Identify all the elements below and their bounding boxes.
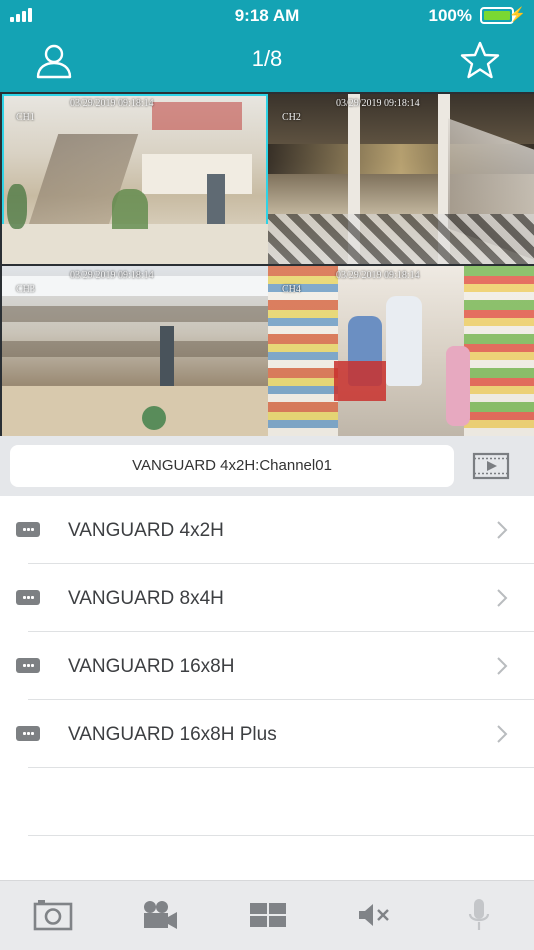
dvr-device-icon — [16, 726, 40, 741]
charging-bolt-icon: ⚡ — [508, 6, 526, 22]
top-bar: 9:18 AM 100% ⚡ 1/8 — [0, 0, 534, 92]
device-name: VANGUARD 4x2H — [68, 520, 224, 541]
battery-percent: 100% — [428, 6, 472, 25]
tile-channel-label: CH2 — [282, 112, 301, 123]
tile-timestamp: 03/29/2019 09:18:14 — [336, 98, 420, 109]
video-tile-ch4[interactable]: 03/29/2019 09:18:14 CH4 — [268, 266, 534, 436]
chevron-right-icon — [497, 725, 508, 743]
list-item[interactable]: VANGUARD 4x2H — [0, 496, 534, 564]
video-grid: 03/29/2019 09:18:14 CH1 03/29/2019 09:18… — [0, 92, 534, 436]
dvr-device-icon — [16, 522, 40, 537]
divider — [28, 835, 534, 836]
list-item[interactable]: VANGUARD 8x4H — [0, 564, 534, 632]
playback-video-icon[interactable] — [472, 451, 510, 481]
page-title: 1/8 — [251, 46, 283, 71]
nav-bar: 1/8 — [0, 30, 534, 92]
microphone-icon[interactable] — [461, 897, 501, 933]
app-screen: 9:18 AM 100% ⚡ 1/8 03/29/2019 09:18:14 C… — [0, 0, 534, 950]
video-tile-ch3[interactable]: 03/29/2019 09:18:14 CH3 — [2, 266, 268, 436]
current-channel-field[interactable]: VANGUARD 4x2H:Channel01 — [10, 445, 454, 487]
bottom-toolbar — [0, 880, 534, 950]
dvr-device-icon — [16, 658, 40, 673]
tile-channel-label: CH4 — [282, 284, 301, 295]
dvr-device-icon — [16, 590, 40, 605]
chevron-right-icon — [497, 589, 508, 607]
device-name: VANGUARD 16x8H — [68, 656, 235, 677]
chevron-right-icon — [497, 521, 508, 539]
channel-bar: VANGUARD 4x2H:Channel01 — [0, 436, 534, 496]
chevron-right-icon — [497, 657, 508, 675]
tile-timestamp: 03/29/2019 09:18:14 — [70, 270, 154, 281]
video-tile-ch1[interactable]: 03/29/2019 09:18:14 CH1 — [2, 94, 268, 264]
grid-layout-icon[interactable] — [248, 897, 288, 933]
camera-snapshot-icon[interactable] — [33, 897, 73, 933]
star-icon[interactable] — [460, 40, 500, 80]
video-tile-ch2[interactable]: 03/29/2019 09:18:14 CH2 — [268, 94, 534, 264]
speaker-mute-icon[interactable] — [355, 897, 395, 933]
tile-channel-label: CH3 — [16, 284, 35, 295]
list-item-empty — [0, 768, 534, 836]
tile-channel-label: CH1 — [16, 112, 35, 123]
tile-timestamp: 03/29/2019 09:18:14 — [336, 270, 420, 281]
video-record-icon[interactable] — [140, 897, 180, 933]
device-name: VANGUARD 8x4H — [68, 588, 224, 609]
list-item[interactable]: VANGUARD 16x8H — [0, 632, 534, 700]
device-name: VANGUARD 16x8H Plus — [68, 724, 277, 745]
list-item[interactable]: VANGUARD 16x8H Plus — [0, 700, 534, 768]
tile-timestamp: 03/29/2019 09:18:14 — [70, 98, 154, 109]
status-bar: 9:18 AM 100% ⚡ — [0, 0, 534, 30]
device-list: VANGUARD 4x2H VANGUARD 8x4H VANGUARD 16x… — [0, 496, 534, 836]
